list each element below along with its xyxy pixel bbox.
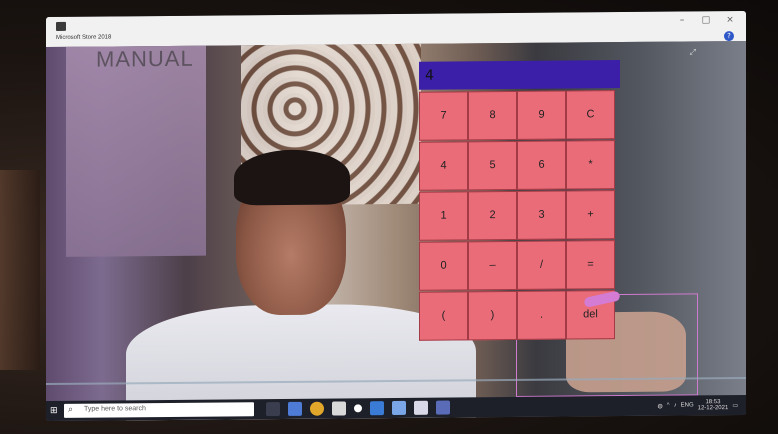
app-icon [56, 21, 66, 31]
calc-key-0-3[interactable]: C [566, 90, 615, 140]
calc-key-4-2[interactable]: . [517, 290, 566, 340]
calc-key-2-0[interactable]: 1 [419, 191, 468, 241]
search-icon: ⌕ [68, 404, 74, 415]
calc-key-1-0[interactable]: 4 [419, 141, 468, 191]
maximize-button[interactable]: □ [700, 15, 712, 25]
background-glare [0, 170, 40, 370]
vscode-icon[interactable] [370, 401, 384, 416]
calc-key-3-0[interactable]: 0 [419, 241, 468, 291]
calc-key-0-1[interactable]: 8 [468, 90, 517, 141]
language-indicator[interactable]: ENG [681, 402, 694, 408]
laptop-screen: Microsoft Store 2018 – □ × ? MANUAL ⤢ 4 … [46, 10, 746, 422]
calc-key-3-1[interactable]: – [468, 240, 517, 291]
calc-key-0-2[interactable]: 9 [517, 90, 566, 140]
file-explorer-icon[interactable] [288, 401, 302, 416]
search-placeholder: Type here to search [84, 405, 146, 413]
calculator-display: 4 [419, 60, 620, 90]
clock[interactable]: 18:53 12-12-2021 [698, 399, 729, 411]
volume-icon[interactable]: ♪ [674, 403, 677, 409]
window-controls: – □ × [676, 15, 736, 26]
notepad-icon[interactable] [332, 401, 346, 416]
calc-key-1-1[interactable]: 5 [468, 140, 517, 191]
calc-key-1-2[interactable]: 6 [517, 140, 566, 190]
wall-region [66, 45, 206, 257]
chrome-icon[interactable] [310, 401, 324, 416]
system-tray: ◍ ^ ♪ ENG 18:53 12-12-2021 ▭ [658, 399, 738, 412]
person-hair [234, 149, 350, 206]
clock-date: 12-12-2021 [697, 405, 729, 412]
calc-key-2-2[interactable]: 3 [517, 190, 566, 240]
calc-key-3-2[interactable]: / [517, 240, 566, 290]
minimize-button[interactable]: – [676, 15, 688, 25]
calc-key-0-0[interactable]: 7 [419, 91, 468, 141]
app-icon-last[interactable] [436, 400, 450, 415]
expand-icon[interactable]: ⤢ [690, 47, 696, 57]
chevron-up-icon[interactable]: ^ [667, 403, 670, 409]
windows-start-icon[interactable]: ⊞ [50, 406, 60, 416]
task-view-icon[interactable] [266, 402, 280, 417]
network-icon[interactable]: ◍ [658, 402, 663, 409]
calc-key-2-3[interactable]: + [566, 190, 615, 240]
notifications-icon[interactable]: ▭ [732, 402, 738, 409]
close-button[interactable]: × [724, 15, 736, 25]
calc-key-2-1[interactable]: 2 [468, 190, 517, 241]
calc-key-1-3[interactable]: * [566, 140, 615, 190]
taskbar-apps [266, 400, 450, 417]
calc-key-3-3[interactable]: = [566, 240, 615, 290]
window-title: Microsoft Store 2018 [56, 34, 112, 41]
calc-key-4-0[interactable]: ( [419, 291, 468, 341]
calc-key-4-1[interactable]: ) [468, 290, 517, 341]
search-tool-icon[interactable] [414, 400, 428, 415]
video-watermark: MANUAL [96, 45, 194, 72]
record-icon[interactable] [354, 404, 362, 413]
folder-icon[interactable] [392, 400, 406, 416]
virtual-calculator: 4 7 8 9 C 4 5 6 * 1 2 3 +0– / =(). del [419, 60, 629, 357]
help-icon[interactable]: ? [724, 31, 734, 42]
taskbar-search-box[interactable]: ⌕ Type here to search [64, 402, 254, 418]
